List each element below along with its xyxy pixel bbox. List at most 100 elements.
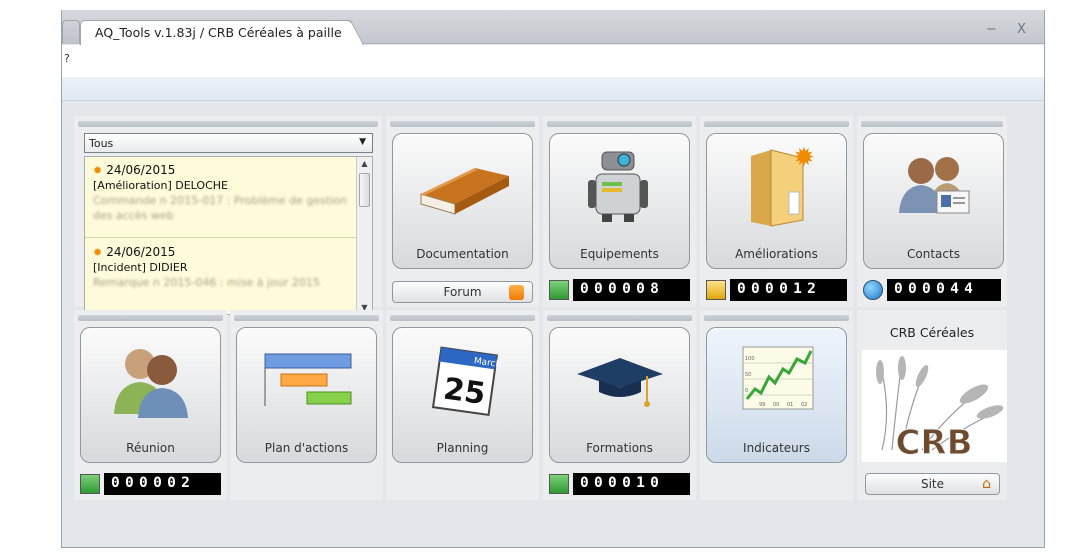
scroll-thumb[interactable] xyxy=(359,173,370,207)
contacts-button[interactable]: Contacts xyxy=(863,133,1004,269)
forum-label: Forum xyxy=(443,285,482,299)
scroll-up-icon[interactable]: ▲ xyxy=(357,157,372,168)
news-feed[interactable]: ✹ 24/06/2015 [Amélioration] DELOCHE Comma… xyxy=(84,156,373,315)
menu-bar: ? xyxy=(62,45,1044,77)
chart-tick: 00 xyxy=(773,402,779,408)
equipements-label: Equipements xyxy=(580,247,659,261)
book-icon xyxy=(393,146,532,226)
panel-header xyxy=(390,121,535,127)
formations-count: 000010 xyxy=(573,473,690,495)
panel-header xyxy=(547,121,692,127)
close-icon[interactable]: X xyxy=(1017,22,1026,37)
site-button[interactable]: Site ⌂ xyxy=(865,473,1000,495)
status-led-icon xyxy=(549,280,569,300)
formations-counter: 000010 xyxy=(549,473,690,495)
panel-header xyxy=(78,315,223,321)
documentation-button[interactable]: Documentation xyxy=(392,133,533,269)
planning-label: Planning xyxy=(436,441,489,455)
svg-text:✹: ✹ xyxy=(793,144,815,173)
indicateurs-label: Indicateurs xyxy=(743,441,810,455)
crb-logo-text: CRB xyxy=(895,423,972,462)
robot-icon xyxy=(550,146,689,226)
equipements-counter: 000008 xyxy=(549,279,690,301)
news-item[interactable]: ✹ 24/06/2015 [Amélioration] DELOCHE Comma… xyxy=(85,159,357,227)
panel-header xyxy=(547,315,692,321)
news-scrollbar[interactable]: ▲ ▼ xyxy=(356,157,372,314)
chart-tick: 50 xyxy=(745,372,751,378)
reunion-counter: 000002 xyxy=(80,473,221,495)
planning-button[interactable]: March 25 Planning xyxy=(392,327,533,463)
forum-button[interactable]: Forum xyxy=(392,281,533,303)
status-led-icon xyxy=(80,474,100,494)
panel-header xyxy=(390,315,535,321)
toolbar-strip xyxy=(62,77,1044,101)
contacts-icon xyxy=(864,146,1003,226)
news-item[interactable]: ✹ 24/06/2015 [Incident] DIDIER Remarque n… xyxy=(85,241,357,294)
graduation-cap-icon xyxy=(550,340,689,420)
news-panel: Tous ▼ ✹ 24/06/2015 [Amélioration] DELOCH… xyxy=(74,116,382,315)
minimize-icon[interactable]: − xyxy=(986,22,997,37)
chart-tick: 100 xyxy=(745,356,755,362)
tile-formations: Formations 000010 xyxy=(543,310,696,500)
equipements-count: 000008 xyxy=(573,279,690,301)
dashboard: Tous ▼ ✹ 24/06/2015 [Amélioration] DELOCH… xyxy=(62,102,1044,547)
equipements-button[interactable]: Equipements xyxy=(549,133,690,269)
panel-header xyxy=(704,121,849,127)
chevron-down-icon[interactable]: ▼ xyxy=(359,137,366,147)
tile-contacts: Contacts 000044 xyxy=(857,116,1007,307)
news-date: 24/06/2015 xyxy=(106,245,176,259)
plan-actions-button[interactable]: Plan d'actions xyxy=(236,327,377,463)
chart-tick: 02 xyxy=(801,402,807,408)
formations-button[interactable]: Formations xyxy=(549,327,690,463)
chart-tick: 0 xyxy=(745,388,748,394)
tile-planning: March 25 Planning xyxy=(386,310,539,500)
tile-crb: CRB Céréales CRB Site ⌂ xyxy=(857,310,1007,500)
globe-icon xyxy=(863,280,883,300)
formations-label: Formations xyxy=(586,441,653,455)
chart-tick: 99 xyxy=(759,402,765,408)
news-widget: Tous ▼ ✹ 24/06/2015 [Amélioration] DELOCH… xyxy=(84,133,374,315)
help-menu[interactable]: ? xyxy=(64,52,70,65)
reunion-button[interactable]: Réunion xyxy=(80,327,221,463)
news-filter-value: Tous xyxy=(89,137,114,150)
tile-reunion: Réunion 000002 xyxy=(74,310,227,500)
news-title: [Incident] DIDIER xyxy=(93,261,188,274)
chart-tick: 01 xyxy=(787,402,793,408)
calendar-icon: March 25 xyxy=(393,340,532,420)
line-chart-icon: 100 50 0 99 00 01 02 xyxy=(707,340,846,420)
panel-header xyxy=(704,315,849,321)
documentation-label: Documentation xyxy=(416,247,509,261)
panel-header xyxy=(861,121,1003,127)
tab-stub[interactable] xyxy=(62,20,80,44)
app-window: AQ_Tools v.1.83j / CRB Céréales à paille… xyxy=(61,10,1045,548)
panel-header xyxy=(78,121,378,127)
site-label: Site xyxy=(920,477,945,491)
crb-title: CRB Céréales xyxy=(889,325,975,340)
contacts-label: Contacts xyxy=(907,247,960,261)
contacts-counter: 000044 xyxy=(863,279,1001,301)
sun-icon: ✹ xyxy=(93,164,103,177)
tile-plan-actions: Plan d'actions xyxy=(230,310,383,500)
panel-header xyxy=(234,315,379,321)
ameliorations-counter: 000012 xyxy=(706,279,847,301)
tab-bar: AQ_Tools v.1.83j / CRB Céréales à paille… xyxy=(62,10,1044,45)
contacts-count: 000044 xyxy=(887,279,1001,301)
tile-equipements: Equipements 000008 xyxy=(543,116,696,307)
tile-indicateurs: 100 50 0 99 00 01 02 Indicateurs xyxy=(700,310,853,500)
plan-actions-label: Plan d'actions xyxy=(264,441,349,455)
news-title: [Amélioration] DELOCHE xyxy=(93,179,228,192)
reunion-label: Réunion xyxy=(126,441,175,455)
news-date: 24/06/2015 xyxy=(106,163,176,177)
ameliorations-button[interactable]: ✹ Améliorations xyxy=(706,133,847,269)
tab-main[interactable]: AQ_Tools v.1.83j / CRB Céréales à paille xyxy=(80,20,364,45)
status-led-icon xyxy=(549,474,569,494)
home-icon: ⌂ xyxy=(982,476,991,492)
reunion-count: 000002 xyxy=(104,473,221,495)
tile-ameliorations: ✹ Améliorations 000012 xyxy=(700,116,853,307)
news-detail: Remarque n 2015-046 : mise à jour 2015 xyxy=(93,276,320,289)
tile-documentation: Documentation Forum xyxy=(386,116,539,307)
indicateurs-button[interactable]: 100 50 0 99 00 01 02 Indicateurs xyxy=(706,327,847,463)
news-filter-select[interactable]: Tous ▼ xyxy=(84,133,373,153)
rss-icon xyxy=(509,285,524,300)
status-led-icon xyxy=(706,280,726,300)
